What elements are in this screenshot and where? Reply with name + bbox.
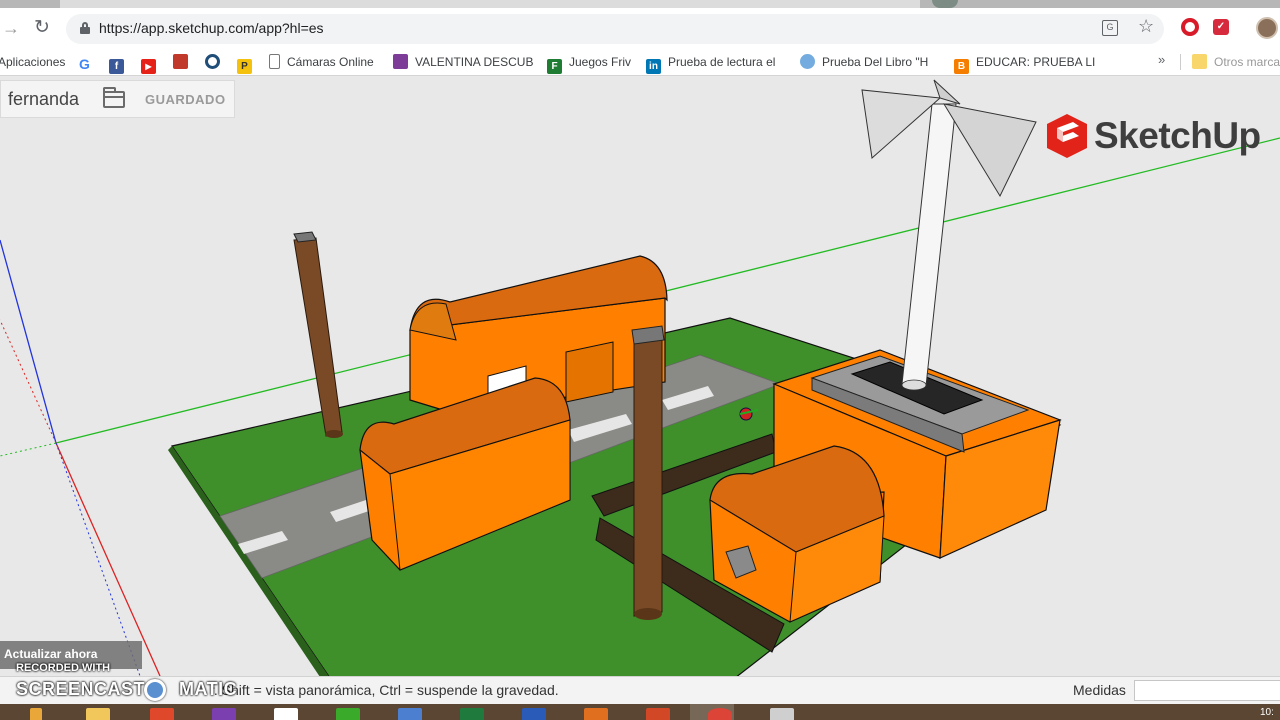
update-now-text[interactable]: Actualizar ahora (4, 647, 97, 661)
bookmark-circle[interactable] (205, 53, 227, 71)
taskbar-app-icon[interactable] (770, 708, 794, 720)
tab-strip (0, 0, 1280, 8)
turbine-blade (942, 103, 1037, 198)
taskbar-app-icon[interactable] (212, 708, 236, 720)
measurements-label: Medidas (1073, 682, 1126, 698)
taskbar-excel-icon[interactable] (460, 708, 484, 720)
bookmark-youtube[interactable]: ▶ (141, 53, 163, 74)
folder-icon[interactable] (103, 87, 125, 108)
forward-arrow-icon[interactable]: → (2, 18, 20, 39)
pole-left-cap (293, 231, 317, 243)
folder-icon (1192, 54, 1207, 69)
brand-suffix: MATIC (179, 679, 238, 699)
translate-icon[interactable]: G (1102, 20, 1118, 36)
bookmark-label: Aplicaciones (0, 55, 66, 69)
blogger-icon: B (954, 59, 969, 74)
linkedin-icon: in (646, 59, 661, 74)
bookmark-google[interactable]: G (77, 53, 99, 72)
bookmarks-bar: Aplicaciones G f ▶ P Cámaras Online VALE… (0, 48, 1280, 76)
facebook-icon: f (109, 59, 124, 74)
opera-extension-icon[interactable] (1181, 18, 1199, 36)
model-canvas[interactable] (0, 77, 1280, 676)
taskbar-app-icon[interactable] (336, 708, 360, 720)
recorded-with-text: RECORDED WITH (16, 662, 111, 674)
red-axis-negative (0, 319, 57, 444)
bookmark-label: Otros marca (1214, 55, 1280, 69)
p-yellow-icon: P (237, 59, 252, 74)
taskbar-powerpoint-icon[interactable] (646, 708, 670, 720)
measurements-input[interactable] (1134, 680, 1280, 701)
active-tab[interactable] (60, 0, 920, 8)
bookmark-prueba-libro[interactable]: Prueba Del Libro "H (800, 53, 928, 71)
sketchup-logo-text: SketchUp (1094, 115, 1261, 156)
taskbar-explorer-icon[interactable] (86, 708, 110, 720)
bookmark-other[interactable]: Otros marca (1192, 53, 1280, 71)
status-hint: r. Shift = vista panorámica, Ctrl = susp… (210, 682, 559, 698)
bookmark-red-icon (173, 54, 188, 69)
bookmark-prueba-lectura[interactable]: in Prueba de lectura el (646, 53, 776, 74)
taskbar: 10: (0, 704, 1280, 720)
screencast-brand: SCREENCAST MATIC (16, 679, 237, 700)
bookmarks-divider (1180, 54, 1181, 70)
3d-viewport[interactable] (0, 77, 1280, 676)
brand-text: SCREENCAST (16, 679, 146, 699)
file-name[interactable]: fernanda (8, 89, 79, 110)
turbine-tower (901, 103, 957, 387)
argentina-icon (800, 54, 815, 69)
taskbar-app-icon[interactable] (274, 708, 298, 720)
back-building-door (565, 341, 614, 403)
bookmark-label: Cámaras Online (287, 55, 374, 69)
url-text[interactable]: https://app.sketchup.com/app?hl=es (99, 20, 324, 36)
taskbar-app-icon[interactable] (398, 708, 422, 720)
reload-icon[interactable]: ↻ (34, 16, 50, 39)
bookmark-facebook[interactable]: f (109, 53, 131, 74)
page-icon (269, 54, 280, 69)
file-panel: fernanda GUARDADO (0, 80, 235, 118)
green-axis-negative (0, 442, 57, 457)
pocket-extension-icon[interactable]: ✓ (1213, 19, 1229, 35)
bookmark-valentina[interactable]: VALENTINA DESCUB (393, 53, 533, 71)
pole-left (293, 237, 343, 437)
taskbar-clock: 10: (1260, 707, 1274, 718)
bookmark-label: Prueba de lectura el (668, 55, 776, 69)
blue-axis (0, 239, 57, 444)
taskbar-app-icon[interactable] (150, 708, 174, 720)
sketchup-logo: SketchUp (1045, 112, 1261, 160)
star-bookmark-icon[interactable]: ☆ (1138, 16, 1154, 37)
youtube-icon: ▶ (141, 59, 156, 74)
friv-icon: F (547, 59, 562, 74)
bookmark-friv[interactable]: F Juegos Friv (547, 53, 632, 74)
pole-left-base (325, 430, 343, 438)
taskbar-start-icon[interactable] (30, 708, 42, 720)
bookmark-label: VALENTINA DESCUB (415, 55, 534, 69)
turbine-tower-base (901, 379, 927, 391)
address-bar[interactable]: https://app.sketchup.com/app?hl=es G ☆ (66, 14, 1164, 44)
taskbar-chrome-icon[interactable] (708, 708, 732, 720)
taskbar-app-icon[interactable] (584, 708, 608, 720)
bookmark-educar[interactable]: B EDUCAR: PRUEBA LI (954, 53, 1096, 74)
bookmark-label: Juegos Friv (569, 55, 632, 69)
bookmark-red[interactable] (173, 53, 195, 71)
lock-icon (80, 22, 90, 34)
more-bookmarks-icon[interactable]: » (1158, 52, 1165, 67)
taskbar-word-icon[interactable] (522, 708, 546, 720)
pole-center (633, 331, 663, 617)
google-icon: G (77, 57, 92, 72)
bookmark-label: Prueba Del Libro "H (822, 55, 929, 69)
pole-center-base (634, 608, 662, 620)
bookmark-camaras[interactable]: Cámaras Online (269, 53, 374, 71)
purple-app-icon (393, 54, 408, 69)
browser-toolbar: → ↻ https://app.sketchup.com/app?hl=es G… (0, 8, 1280, 48)
profile-avatar[interactable] (1256, 17, 1278, 39)
saved-status: GUARDADO (145, 92, 226, 107)
bookmark-p[interactable]: P (237, 53, 259, 74)
screencast-record-icon (144, 679, 166, 701)
bookmark-label: EDUCAR: PRUEBA LI (976, 55, 1096, 69)
sketchup-logo-icon (1047, 114, 1087, 158)
screen: → ↻ https://app.sketchup.com/app?hl=es G… (0, 0, 1280, 720)
circle-blue-icon (205, 54, 220, 69)
bookmark-apps[interactable]: Aplicaciones (0, 53, 65, 71)
tab-indicator (932, 0, 958, 8)
